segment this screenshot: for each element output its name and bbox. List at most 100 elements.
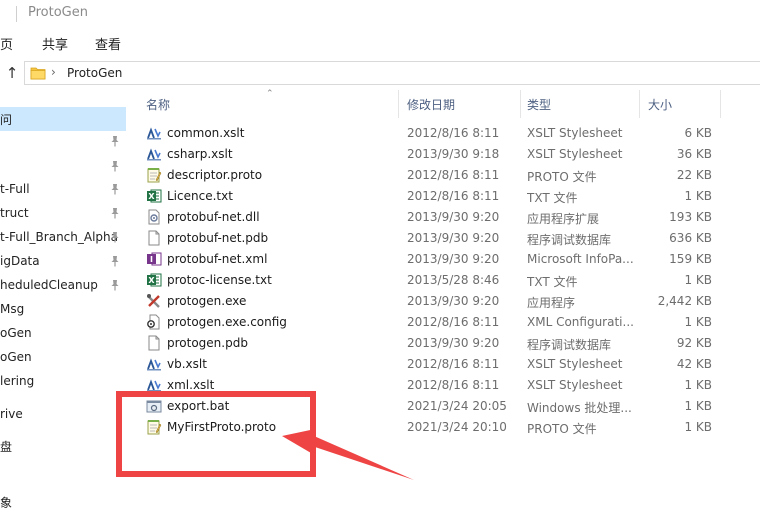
file-row[interactable]: protobuf-net.dll 2013/9/30 9:20 应用程序扩展 193 … [126, 207, 760, 228]
file-type: TXT 文件 [527, 275, 578, 289]
file-name: protogen.exe [167, 294, 247, 308]
file-name: common.xslt [167, 126, 245, 140]
title-bar: ProtoGen [0, 0, 760, 28]
ribbon: 页 共享 查看 [0, 28, 760, 56]
file-modified: 2013/5/28 8:46 [407, 273, 500, 287]
file-size: 1 KB [684, 378, 712, 392]
nav-item[interactable]: 盘 [0, 434, 126, 458]
tab-home[interactable]: 页 [0, 34, 13, 53]
file-row[interactable]: protobuf-net.pdb 2013/9/30 9:20 程序调试数据库 636… [126, 228, 760, 249]
column-type[interactable]: 类型 [527, 96, 551, 113]
file-name: protobuf-net.pdb [167, 231, 269, 245]
excel-icon: X [146, 188, 162, 204]
nav-item[interactable]: lering [0, 370, 126, 394]
file-size: 1 KB [684, 273, 712, 287]
file-modified: 2012/8/16 8:11 [407, 168, 500, 182]
nav-item[interactable]: oGen [0, 346, 126, 370]
file-modified: 2021/3/24 20:10 [407, 420, 507, 434]
folder-icon [30, 67, 46, 80]
column-divider[interactable] [398, 90, 399, 118]
nav-item-label: truct [0, 206, 29, 220]
file-type: XSLT Stylesheet [527, 378, 623, 392]
nav-item[interactable] [0, 130, 126, 154]
tab-share[interactable]: 共享 [42, 34, 68, 53]
file-modified: 2013/9/30 9:20 [407, 294, 500, 308]
tab-view[interactable]: 查看 [95, 34, 121, 53]
nav-item-label: Msg [0, 302, 25, 316]
nav-item[interactable] [0, 155, 126, 179]
file-type: XSLT Stylesheet [527, 126, 623, 140]
nav-item-label: oGen [0, 350, 32, 364]
exe-icon [146, 293, 162, 309]
file-type: PROTO 文件 [527, 422, 597, 436]
svg-text:X: X [148, 276, 155, 285]
column-size[interactable]: 大小 [648, 96, 672, 113]
file-row[interactable]: protogen.exe 2013/9/30 9:20 应用程序 2,442 KB [126, 291, 760, 312]
nav-item-label: t-Full [0, 182, 30, 196]
breadcrumb-chevron-icon[interactable]: › [51, 65, 56, 79]
column-name[interactable]: 名称 [146, 96, 170, 113]
config-icon [146, 314, 162, 330]
nav-item-label: lering [0, 374, 35, 388]
breadcrumb-protogen[interactable]: ProtoGen [67, 66, 122, 80]
file-type: Microsoft InfoPa... [527, 252, 634, 266]
nav-item-label: 盘 [0, 440, 13, 454]
column-modified[interactable]: 修改日期 [407, 96, 455, 113]
file-size: 6 KB [684, 126, 712, 140]
window-title: ProtoGen [28, 5, 88, 20]
column-header: ⌃ 名称 修改日期 类型 大小 [126, 89, 760, 118]
file-name: protoc-license.txt [167, 273, 272, 287]
up-arrow-icon[interactable]: ↑ [2, 64, 22, 82]
nav-item[interactable]: t-Full [0, 178, 126, 202]
file-size: 1 KB [684, 315, 712, 329]
column-divider[interactable] [720, 90, 721, 118]
file-row[interactable]: csharp.xslt 2013/9/30 9:18 XSLT Stylesheet… [126, 144, 760, 165]
nav-item[interactable]: 问 [0, 107, 126, 131]
dll-icon [146, 209, 162, 225]
file-modified: 2013/9/30 9:20 [407, 336, 500, 350]
nav-item-label: 问 [0, 113, 13, 127]
excel-icon: X [146, 272, 162, 288]
file-size: 22 KB [676, 168, 712, 182]
file-name: protobuf-net.dll [167, 210, 260, 224]
file-row[interactable]: Xprotoc-license.txt 2013/5/28 8:46 TXT 文件 1… [126, 270, 760, 291]
nav-item[interactable]: rive [0, 403, 126, 427]
file-type: 应用程序扩展 [527, 212, 600, 226]
file-size: 193 KB [669, 210, 712, 224]
column-divider[interactable] [639, 90, 640, 118]
column-divider[interactable] [520, 90, 521, 118]
file-modified: 2021/3/24 20:05 [407, 399, 507, 413]
file-type: 应用程序 [527, 296, 576, 310]
file-row[interactable]: common.xslt 2012/8/16 8:11 XSLT Stylesheet… [126, 123, 760, 144]
nav-item[interactable]: t-Full_Branch_Alpha [0, 226, 126, 250]
nav-item-label: t-Full_Branch_Alpha [0, 230, 119, 244]
nav-item-label: oGen [0, 326, 32, 340]
file-name: protobuf-net.xml [167, 252, 268, 266]
nav-item[interactable]: heduledCleanup [0, 274, 126, 298]
file-row[interactable]: descriptor.proto 2012/8/16 8:11 PROTO 文件 22… [126, 165, 760, 186]
file-name: csharp.xslt [167, 147, 233, 161]
file-modified: 2013/9/30 9:18 [407, 147, 500, 161]
file-row[interactable]: X Licence.txt 2012/8/16 8:11 TXT 文件 1 KB [126, 186, 760, 207]
file-row[interactable]: protogen.exe.config 2012/8/16 8:11 XML Con… [126, 312, 760, 333]
file-name: descriptor.proto [167, 168, 263, 182]
file-row[interactable]: protogen.pdb 2013/9/30 9:20 程序调试数据库 92 KB [126, 333, 760, 354]
address-bar[interactable]: › ProtoGen [24, 61, 760, 85]
nav-item[interactable] [0, 458, 126, 482]
nav-item[interactable]: truct [0, 202, 126, 226]
file-size: 1 KB [684, 420, 712, 434]
file-row[interactable]: vb.xslt 2012/8/16 8:11 XSLT Stylesheet 42 K… [126, 354, 760, 375]
file-modified: 2013/9/30 9:20 [407, 252, 500, 266]
nav-item[interactable]: 象 [0, 490, 126, 514]
file-row[interactable]: Iprotobuf-net.xml 2013/9/30 9:20 Microsoft… [126, 249, 760, 270]
infopath-icon: I [146, 251, 162, 267]
nav-item-label: 象 [0, 496, 13, 510]
nav-item[interactable]: igData [0, 250, 126, 274]
nav-item[interactable]: oGen [0, 322, 126, 346]
file-size: 42 KB [676, 357, 712, 371]
nav-item[interactable]: Msg [0, 298, 126, 322]
file-type: XSLT Stylesheet [527, 357, 623, 371]
notepad-icon [146, 167, 162, 183]
address-row: ↑ › ProtoGen [0, 56, 760, 90]
sort-caret-icon: ⌃ [266, 89, 274, 99]
